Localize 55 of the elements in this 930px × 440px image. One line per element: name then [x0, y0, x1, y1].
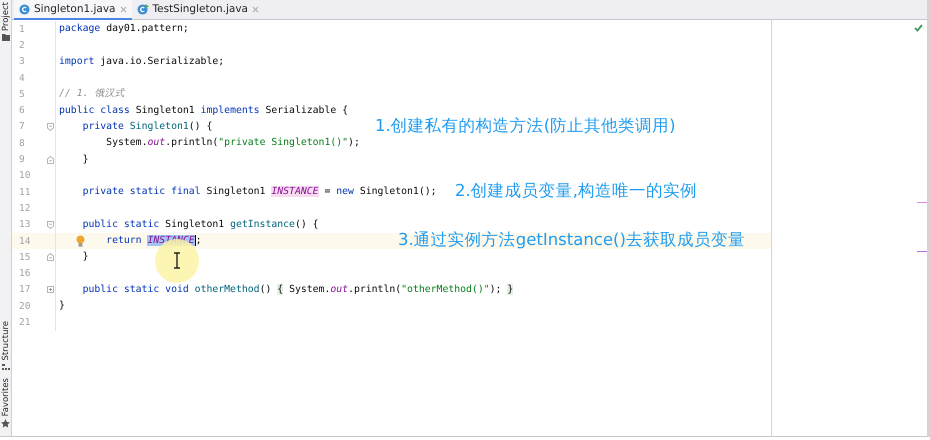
editor-tab[interactable]: TestSingleton.java	[132, 0, 264, 20]
line-number: 6	[18, 105, 26, 116]
close-icon[interactable]	[120, 6, 126, 12]
expand-marker-icon[interactable]	[47, 286, 54, 294]
code-line: private Singleton1() {	[82, 120, 212, 134]
scrollbar-mark	[917, 202, 927, 203]
tool-window-tab[interactable]: Structure	[0, 321, 10, 361]
line-number: 14	[18, 236, 32, 246]
code-line: package day01.pattern;	[59, 22, 189, 36]
code-line: System.out.println("private Singleton1()");	[105, 136, 360, 150]
line-number: 21	[18, 316, 32, 328]
line-number: 2	[18, 40, 26, 51]
lightbulb-icon[interactable]	[76, 234, 85, 247]
tool-window-tab[interactable]: Favorites	[0, 378, 10, 416]
line-number: 16	[18, 268, 32, 280]
fold-marker-icon[interactable]	[47, 220, 54, 229]
structure-icon	[2, 364, 10, 370]
line-number: 20	[18, 300, 32, 312]
line-number: 5	[18, 88, 26, 100]
code-line: public static void otherMethod() { System.out.println("otherMethod()"); }	[82, 282, 514, 297]
line-number: 12	[18, 202, 32, 214]
line-number: 3	[18, 56, 26, 68]
line-number: 1	[18, 24, 26, 35]
runnable-class-icon	[136, 4, 148, 14]
star-icon	[1, 419, 10, 428]
tool-window-tab[interactable]: Project	[0, 2, 10, 32]
line-number: 8	[18, 138, 26, 149]
code-line: }	[82, 250, 88, 264]
line-number: 15	[18, 252, 32, 263]
code-line: import java.io.Serializable;	[59, 54, 224, 69]
editor-tab[interactable]: Singleton1.java	[14, 0, 132, 20]
fold-marker-icon[interactable]	[47, 156, 54, 164]
code-line: private static final Singleton1 INSTANCE = new Singleton1();	[82, 185, 437, 200]
code-line: // 1. 饿汉式	[59, 87, 124, 102]
annotation-text: 2.创建成员变量,构造唯一的实例	[455, 180, 697, 202]
check-icon[interactable]	[914, 24, 923, 32]
scrollbar-mark	[917, 251, 927, 252]
fold-marker-icon[interactable]	[47, 253, 54, 262]
code-line: public static Singleton1 getInstance() {	[82, 218, 319, 232]
line-number: 17	[18, 284, 32, 296]
close-icon[interactable]	[252, 6, 259, 12]
line-number: 11	[18, 186, 32, 198]
class-icon	[19, 4, 30, 14]
folder-icon	[2, 34, 10, 42]
annotation-text: 3.通过实例方法getInstance()去获取成员变量	[398, 228, 745, 251]
fold-marker-icon[interactable]	[47, 122, 54, 131]
line-number: 4	[18, 72, 26, 84]
line-number: 10	[18, 170, 32, 182]
line-number: 9	[18, 154, 26, 166]
code-line: public class Singleton1 implements Serializable {	[59, 104, 348, 118]
code-line: }	[59, 299, 65, 314]
annotation-text: 1.创建私有的构造方法(防止其他类调用)	[375, 114, 676, 137]
line-number: 7	[18, 121, 26, 132]
line-number: 13	[18, 219, 32, 230]
code-line: }	[82, 152, 88, 167]
